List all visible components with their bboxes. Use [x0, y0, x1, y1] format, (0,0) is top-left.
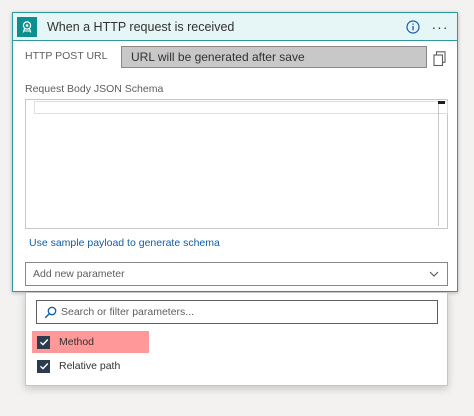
more-options-button[interactable]: ···	[431, 18, 449, 36]
copy-icon[interactable]	[433, 51, 447, 67]
option-relative-path[interactable]: Relative path	[32, 355, 120, 377]
parameter-search-input[interactable]	[61, 303, 431, 321]
option-label: Method	[59, 336, 95, 348]
http-trigger-card: When a HTTP request is received ··· HTTP…	[12, 12, 458, 292]
chevron-down-icon	[429, 271, 439, 277]
schema-scrollbar[interactable]	[438, 104, 445, 226]
http-post-url-field: URL will be generated after save	[121, 46, 427, 68]
schema-editor-line	[34, 101, 448, 114]
parameter-dropdown-panel: Method Relative path	[25, 292, 448, 386]
schema-label: Request Body JSON Schema	[25, 83, 164, 95]
info-icon[interactable]	[404, 18, 422, 36]
add-parameter-placeholder: Add new parameter	[33, 268, 125, 280]
parameter-search-box[interactable]	[36, 300, 438, 324]
search-icon	[44, 306, 57, 319]
schema-editor[interactable]	[25, 99, 448, 229]
checkmark-icon	[39, 339, 48, 346]
add-parameter-dropdown[interactable]: Add new parameter	[25, 262, 448, 286]
option-method[interactable]: Method	[32, 331, 149, 353]
url-label: HTTP POST URL	[25, 50, 108, 62]
http-request-icon	[17, 16, 37, 37]
checkmark-icon	[39, 363, 48, 370]
relative-path-checkbox[interactable]	[37, 359, 50, 373]
option-label: Relative path	[59, 360, 121, 372]
card-title: When a HTTP request is received	[47, 19, 235, 34]
card-header[interactable]: When a HTTP request is received ···	[13, 13, 457, 41]
method-checkbox[interactable]	[37, 335, 50, 349]
sample-payload-link[interactable]: Use sample payload to generate schema	[29, 237, 220, 249]
